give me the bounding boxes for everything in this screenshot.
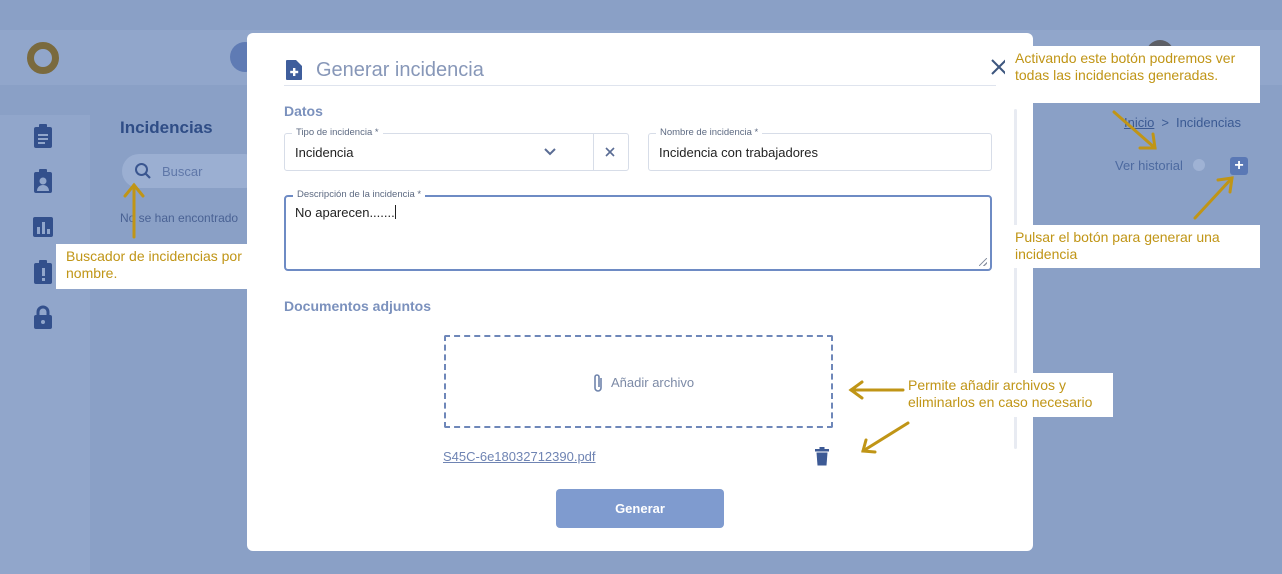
descripcion-text: No aparecen.......	[295, 205, 395, 220]
text-caret	[394, 205, 396, 219]
section-title-documentos: Documentos adjuntos	[284, 298, 432, 314]
select-divider	[593, 134, 594, 170]
nombre-value: Incidencia con trabajadores	[659, 145, 818, 160]
user-badge-icon[interactable]	[31, 168, 55, 194]
dialog-title: Generar incidencia	[316, 59, 484, 81]
search-input[interactable]: Buscar	[122, 154, 262, 188]
descripcion-textarea[interactable]: Descripción de la incidencia * No aparec…	[284, 189, 992, 271]
section-title-datos: Datos	[284, 103, 323, 119]
search-icon	[134, 162, 152, 180]
history-toggle[interactable]	[1193, 159, 1205, 171]
breadcrumb-home-link[interactable]: Inicio	[1124, 115, 1154, 130]
add-incident-button[interactable]: +	[1230, 157, 1248, 175]
sidebar	[0, 115, 90, 574]
add-file-label: Añadir archivo	[611, 375, 695, 390]
arrow-add	[1193, 176, 1234, 220]
file-plus-icon	[285, 59, 303, 81]
breadcrumb: Inicio > Incidencias	[1124, 115, 1241, 130]
history-label: Ver historial	[1115, 158, 1183, 173]
generate-button[interactable]: Generar	[556, 489, 724, 528]
tipo-value: Incidencia	[295, 145, 354, 160]
file-dropzone[interactable]: Añadir archivo	[444, 335, 833, 428]
descripcion-label: Descripción de la incidencia *	[293, 189, 426, 200]
page-title: Incidencias	[120, 118, 213, 137]
trash-icon[interactable]	[814, 447, 830, 466]
tipo-label: Tipo de incidencia *	[292, 127, 383, 138]
bar-chart-icon[interactable]	[31, 214, 55, 240]
alert-clipboard-icon[interactable]	[31, 259, 55, 285]
resize-handle[interactable]	[979, 258, 987, 266]
nombre-field[interactable]: Nombre de incidencia * Incidencia con tr…	[648, 127, 992, 171]
callout-add: Pulsar el botón para generar una inciden…	[1005, 225, 1260, 268]
paperclip-icon	[591, 372, 605, 394]
callout-files: Permite añadir archivos y eliminarlos en…	[898, 373, 1113, 417]
callout-history: Activando este botón podremos ver todas …	[1005, 46, 1260, 103]
lock-icon[interactable]	[31, 304, 55, 330]
breadcrumb-current: Incidencias	[1175, 115, 1241, 130]
generate-incident-dialog: Generar incidencia Datos Tipo de inciden…	[247, 33, 1033, 551]
chevron-down-icon[interactable]	[543, 146, 557, 158]
title-divider	[284, 85, 996, 86]
clear-icon[interactable]	[604, 146, 616, 158]
descripcion-value: No aparecen.......	[295, 205, 396, 220]
tipo-select[interactable]: Tipo de incidencia * Incidencia	[284, 127, 629, 171]
breadcrumb-separator: >	[1161, 115, 1169, 130]
nombre-label: Nombre de incidencia *	[656, 127, 763, 138]
callout-search: Buscador de incidencias por nombre.	[56, 244, 261, 289]
empty-message: No se han encontrado	[120, 211, 239, 225]
app-logo	[27, 42, 59, 74]
search-placeholder: Buscar	[162, 164, 203, 179]
attached-file-link[interactable]: S45C-6e18032712390.pdf	[443, 449, 596, 464]
clipboard-icon[interactable]	[31, 123, 55, 149]
